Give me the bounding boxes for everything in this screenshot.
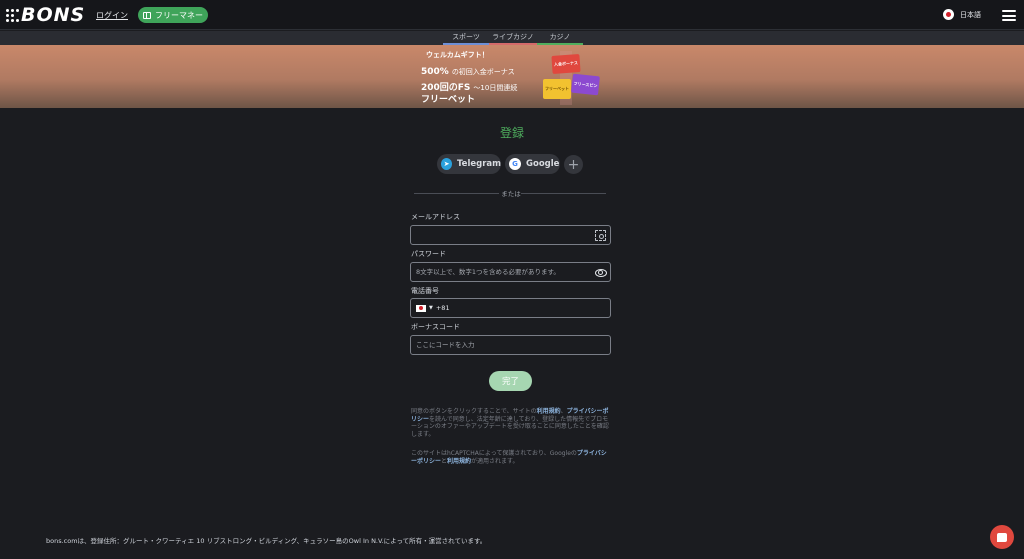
nav-bar: スポーツ ライブカジノ カジノ [0,31,1024,45]
header: BONS ログイン フリーマネー 日本語 [0,0,1024,30]
chat-support-button[interactable] [990,525,1014,549]
gift-box-deposit-bonus: 入金ボーナス [551,54,581,74]
chevron-down-icon: ▼ [429,305,433,311]
email-label: メールアドレス [411,213,460,221]
language-label: 日本語 [960,10,981,19]
japan-flag-icon [943,9,954,20]
logo[interactable]: BONS [6,4,86,26]
banner-title: ウェルカムギフト！ [426,51,489,59]
google-icon: G [509,158,521,170]
footer-text: bons.comは、登録住所：グルート・クワーティエ 10 リブストロング・ビル… [46,537,487,545]
free-money-button[interactable]: フリーマネー [138,7,208,23]
logo-dots-icon [6,8,20,22]
terms-consent-text: 同意のボタンをクリックすることで、サイトの利用規約、プライバシーポリシーを読んで… [411,408,609,438]
divider-right [521,193,606,194]
phone-label: 電話番号 [411,287,439,295]
banner-line-1: 500% の初回入金ボーナス [421,67,515,77]
telegram-icon: ➤ [441,158,453,170]
telegram-label: Telegram [457,159,501,169]
gift-box-free-bet: フリーベット [543,79,571,99]
chat-icon [997,532,1007,542]
eye-icon[interactable] [595,267,607,278]
bonus-code-field-box [410,335,611,355]
japan-flag-icon [416,304,426,312]
email-field-box [410,225,611,245]
telegram-login-button[interactable]: ➤ Telegram [437,154,501,174]
tab-sports[interactable]: スポーツ [443,31,489,45]
page-title: 登録 [499,126,524,140]
scan-icon[interactable] [595,230,606,241]
password-label: パスワード [411,250,446,258]
email-field[interactable] [411,226,591,244]
free-money-label: フリーマネー [155,10,203,20]
divider-left [414,193,499,194]
tab-live-casino[interactable]: ライブカジノ [489,31,537,45]
logo-text: BONS [21,4,86,26]
phone-field[interactable] [447,299,607,317]
country-code-selector[interactable]: ▼ +81 [416,304,450,312]
google-label: Google [526,159,560,169]
password-field[interactable] [411,263,591,281]
submit-button[interactable]: 完了 [489,371,532,391]
more-options-plus-icon[interactable]: + [564,155,583,174]
or-separator: または [501,190,521,198]
tab-casino[interactable]: カジノ [537,31,583,45]
login-link[interactable]: ログイン [96,10,128,21]
google-terms-link[interactable]: 利用規約 [447,458,471,465]
phone-field-box: ▼ +81 [410,298,611,318]
language-selector[interactable]: 日本語 [943,9,981,20]
gift-boxes-illustration: 入金ボーナス フリーベット フリースピン [540,51,604,105]
gift-box-free-spin: フリースピン [571,73,600,96]
gift-icon [143,11,151,19]
hamburger-menu-icon[interactable] [1002,10,1016,21]
bonus-code-field[interactable] [411,336,591,354]
welcome-banner[interactable]: ウェルカムギフト！ 500% の初回入金ボーナス 200回のFS ～10日間連続 フ… [0,45,1024,108]
captcha-notice-text: このサイトはhCAPTCHAによって保護されており、Googleのプライバシーポ… [411,450,607,465]
password-field-box [410,262,611,282]
terms-link[interactable]: 利用規約 [537,408,561,415]
banner-line-3: フリーベット [421,95,476,105]
google-login-button[interactable]: G Google [505,154,560,174]
bonus-code-label: ボーナスコード [411,323,460,331]
